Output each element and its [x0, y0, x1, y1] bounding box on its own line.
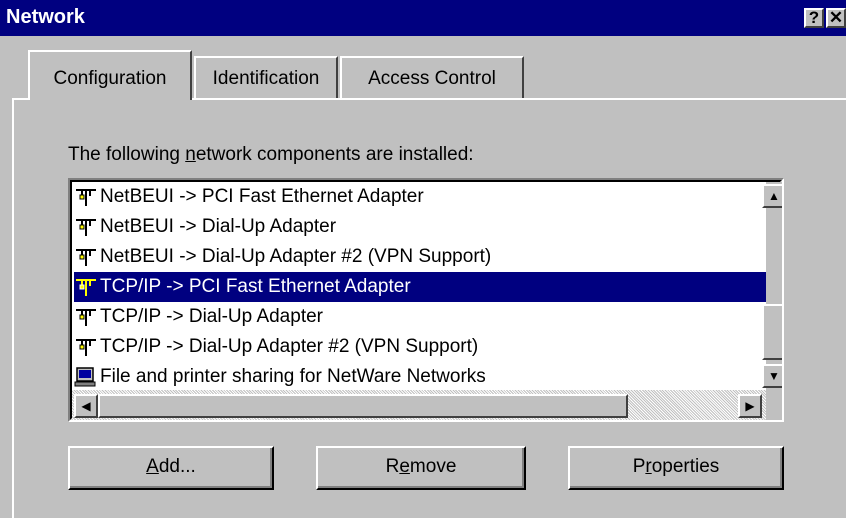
list-item-selected[interactable]: TCP/IP -> PCI Fast Ethernet Adapter	[74, 272, 766, 302]
components-label: The following network components are ins…	[68, 144, 474, 165]
tab-identification[interactable]: Identification	[194, 56, 338, 98]
components-listbox[interactable]: NetBEUI -> PCI Fast Ethernet Adapter Net…	[68, 178, 784, 422]
window-title: Network	[6, 6, 85, 28]
help-button[interactable]: ?	[804, 8, 824, 28]
service-icon	[74, 367, 96, 387]
protocol-icon	[76, 308, 96, 326]
horizontal-scrollbar[interactable]: ◀ ▶	[72, 390, 766, 420]
vertical-scrollbar[interactable]: ▲ ▼	[762, 182, 782, 390]
add-button[interactable]: Add...	[68, 446, 274, 490]
tab-label: Configuration	[53, 68, 167, 89]
scroll-up-button[interactable]: ▲	[762, 184, 782, 208]
scroll-corner	[766, 390, 782, 420]
close-button[interactable]: ✕	[826, 8, 846, 28]
list-item[interactable]: NetBEUI -> Dial-Up Adapter	[74, 212, 762, 242]
list-item[interactable]: NetBEUI -> Dial-Up Adapter #2 (VPN Suppo…	[74, 242, 762, 272]
scroll-right-button[interactable]: ▶	[738, 394, 762, 418]
scroll-down-button[interactable]: ▼	[762, 364, 782, 388]
protocol-icon	[76, 278, 96, 296]
tab-label: Access Control	[368, 68, 496, 89]
vertical-scroll-thumb[interactable]	[762, 304, 782, 360]
horizontal-scroll-thumb[interactable]	[98, 394, 628, 418]
remove-button[interactable]: Remove	[316, 446, 526, 490]
protocol-icon	[76, 338, 96, 356]
protocol-icon	[76, 188, 96, 206]
list-item[interactable]: NetBEUI -> PCI Fast Ethernet Adapter	[74, 182, 762, 212]
protocol-icon	[76, 248, 96, 266]
list-item[interactable]: TCP/IP -> Dial-Up Adapter	[74, 302, 762, 332]
list-item[interactable]: File and printer sharing for NetWare Net…	[74, 362, 762, 392]
tab-configuration[interactable]: Configuration	[28, 50, 192, 100]
properties-button[interactable]: Properties	[568, 446, 784, 490]
protocol-icon	[76, 218, 96, 236]
title-bar[interactable]: Network ? ✕	[0, 0, 846, 36]
scroll-left-button[interactable]: ◀	[74, 394, 98, 418]
tab-label: Identification	[212, 68, 320, 89]
list-item[interactable]: TCP/IP -> Dial-Up Adapter #2 (VPN Suppor…	[74, 332, 762, 362]
tab-access-control[interactable]: Access Control	[340, 56, 524, 98]
